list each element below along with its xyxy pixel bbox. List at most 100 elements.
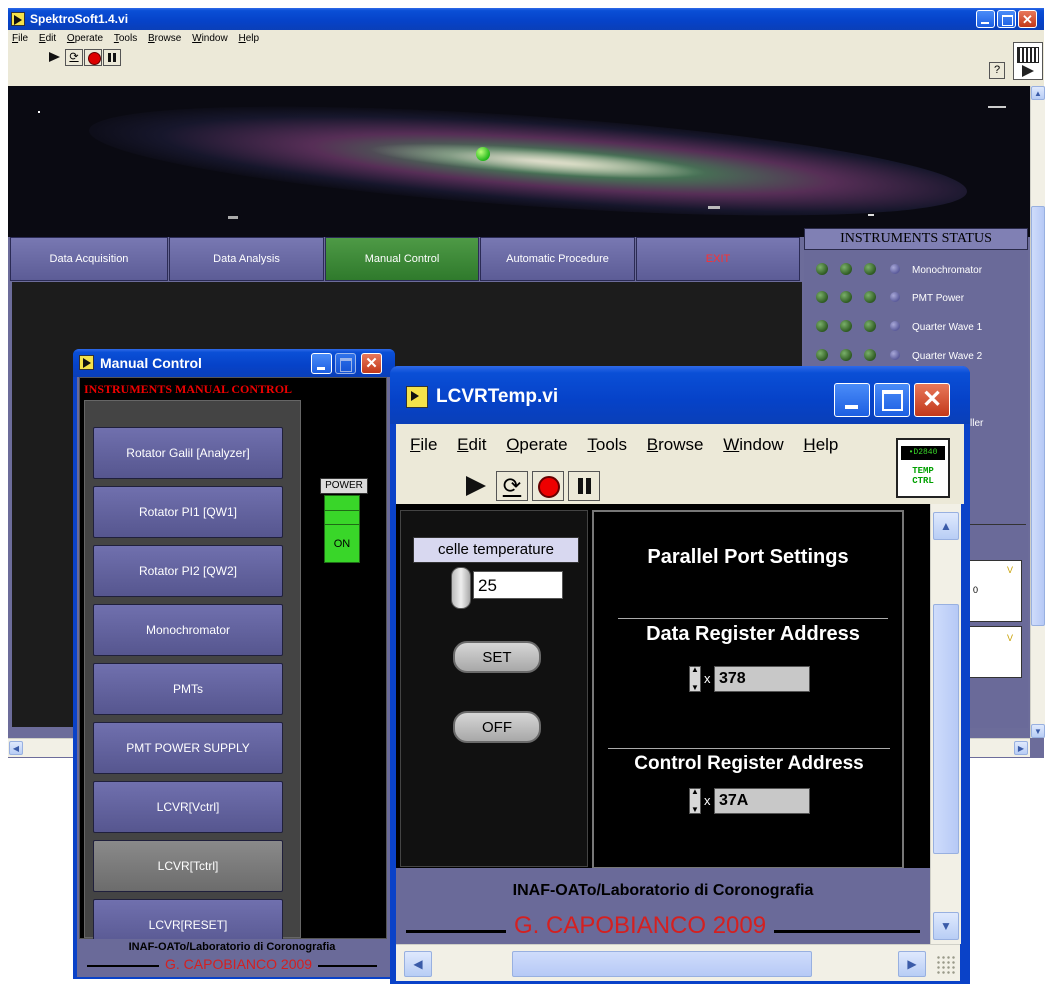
tab-label: EXIT bbox=[705, 253, 731, 265]
abort-button[interactable] bbox=[84, 49, 102, 66]
lcvr-title-bar[interactable]: LCVRTemp.vi ✕ bbox=[390, 366, 970, 424]
off-label: OFF bbox=[482, 718, 512, 736]
scroll-up-button[interactable]: ▲ bbox=[1031, 86, 1045, 100]
data-register-input[interactable]: 378 bbox=[714, 666, 810, 692]
run-arrow-icon bbox=[49, 52, 60, 62]
tab-data-acquisition[interactable]: Data Acquisition bbox=[10, 237, 168, 281]
manual-control-window: Manual Control ✕ INSTRUMENTS MANUAL CONT… bbox=[73, 349, 395, 979]
close-button[interactable]: ✕ bbox=[1018, 10, 1037, 28]
temperature-control-panel: celle temperature 25 SET OFF bbox=[400, 510, 588, 867]
lcvr-vertical-scrollbar[interactable]: ▲ ▼ bbox=[930, 504, 961, 944]
lcvr-vctrl-button[interactable]: LCVR[Vctrl] bbox=[93, 781, 283, 833]
minimize-button[interactable] bbox=[311, 353, 332, 374]
main-title-bar[interactable]: SpektroSoft1.4.vi ✕ bbox=[8, 8, 1044, 30]
run-continuously-button[interactable]: ⟳ bbox=[496, 471, 528, 501]
footer-author: G. CAPOBIANCO 2009 bbox=[159, 956, 319, 972]
tab-data-analysis[interactable]: Data Analysis bbox=[169, 237, 324, 281]
set-button[interactable]: SET bbox=[453, 641, 541, 673]
status-item-partial: ller bbox=[970, 418, 984, 429]
menu-operate[interactable]: Operate bbox=[67, 33, 103, 44]
menu-tools[interactable]: Tools bbox=[587, 435, 627, 455]
menu-help[interactable]: Help bbox=[803, 435, 838, 455]
menu-file[interactable]: File bbox=[12, 33, 28, 44]
button-label: Rotator PI2 [QW2] bbox=[138, 564, 238, 578]
parallel-port-panel: Parallel Port Settings Data Register Add… bbox=[592, 510, 904, 869]
tab-manual-control[interactable]: Manual Control bbox=[325, 237, 479, 281]
run-button[interactable] bbox=[460, 471, 492, 501]
button-label: LCVR[Vctrl] bbox=[156, 800, 220, 814]
tab-automatic-procedure[interactable]: Automatic Procedure bbox=[480, 237, 635, 281]
menu-browse[interactable]: Browse bbox=[148, 33, 181, 44]
pmt-power-supply-button[interactable]: PMT POWER SUPPLY bbox=[93, 722, 283, 774]
pause-button[interactable] bbox=[103, 49, 121, 66]
vi-connector-icon bbox=[1013, 42, 1043, 80]
manual-control-title-bar[interactable]: Manual Control ✕ bbox=[73, 349, 395, 377]
maximize-button[interactable] bbox=[997, 10, 1016, 28]
help-button[interactable]: ? bbox=[989, 62, 1005, 79]
status-subpanel-2: V bbox=[964, 626, 1022, 678]
menu-operate[interactable]: Operate bbox=[506, 435, 567, 455]
lcvr-horizontal-scrollbar[interactable]: ◀ ▶ bbox=[396, 944, 960, 981]
temperature-stepper[interactable] bbox=[451, 567, 471, 609]
menu-file[interactable]: File bbox=[410, 435, 437, 455]
status-led bbox=[864, 263, 876, 275]
menu-tools[interactable]: Tools bbox=[114, 33, 137, 44]
minimize-icon bbox=[845, 405, 858, 409]
scroll-down-button[interactable]: ▼ bbox=[1031, 724, 1045, 738]
minimize-button[interactable] bbox=[976, 10, 995, 28]
maximize-icon bbox=[882, 390, 903, 411]
resize-grip[interactable] bbox=[936, 955, 956, 975]
run-continuously-button[interactable]: ⟳ bbox=[65, 49, 83, 66]
menu-edit[interactable]: Edit bbox=[39, 33, 56, 44]
monochromator-button[interactable]: Monochromator bbox=[93, 604, 283, 656]
scroll-thumb[interactable] bbox=[512, 951, 812, 977]
scroll-right-button[interactable]: ▶ bbox=[1014, 741, 1028, 755]
scroll-left-button[interactable]: ◀ bbox=[404, 951, 432, 977]
power-state: ON bbox=[333, 538, 351, 550]
scroll-thumb[interactable] bbox=[933, 604, 959, 854]
scroll-right-button[interactable]: ▶ bbox=[898, 951, 926, 977]
galaxy-banner bbox=[8, 86, 1044, 237]
lcvr-menu-bar: File Edit Operate Tools Browse Window He… bbox=[396, 424, 964, 504]
data-register-label: Data Register Address bbox=[618, 618, 888, 646]
scroll-thumb[interactable] bbox=[1031, 206, 1045, 626]
pmts-button[interactable]: PMTs bbox=[93, 663, 283, 715]
scroll-down-button[interactable]: ▼ bbox=[933, 912, 959, 940]
minimize-button[interactable] bbox=[834, 383, 870, 417]
menu-window[interactable]: Window bbox=[723, 435, 783, 455]
run-button[interactable] bbox=[46, 49, 64, 66]
scroll-left-button[interactable]: ◀ bbox=[9, 741, 23, 755]
minimize-icon bbox=[981, 22, 989, 24]
rotator-pi2-qw2-button[interactable]: Rotator PI2 [QW2] bbox=[93, 545, 283, 597]
lcvr-tctrl-button[interactable]: LCVR[Tctrl] bbox=[93, 840, 283, 892]
button-label: Rotator PI1 [QW1] bbox=[138, 505, 238, 519]
control-register-input[interactable]: 37A bbox=[714, 788, 810, 814]
close-button[interactable]: ✕ bbox=[361, 353, 382, 374]
maximize-button[interactable] bbox=[335, 353, 356, 374]
labview-app-icon bbox=[406, 386, 428, 408]
manual-control-body: INSTRUMENTS MANUAL CONTROL Rotator Galil… bbox=[77, 377, 391, 977]
menu-window[interactable]: Window bbox=[192, 33, 228, 44]
data-register-spinner[interactable] bbox=[689, 665, 701, 692]
menu-help[interactable]: Help bbox=[239, 33, 260, 44]
menu-edit[interactable]: Edit bbox=[457, 435, 486, 455]
button-label: PMTs bbox=[173, 682, 203, 696]
abort-button[interactable] bbox=[532, 471, 564, 501]
main-vertical-scrollbar[interactable]: ▲ ▼ bbox=[1030, 86, 1045, 738]
lcvr-body: celle temperature 25 SET OFF Parallel Po… bbox=[396, 504, 930, 964]
temperature-input[interactable]: 25 bbox=[473, 571, 563, 599]
tab-exit[interactable]: EXIT bbox=[636, 237, 800, 281]
pause-button[interactable] bbox=[568, 471, 600, 501]
menu-browse[interactable]: Browse bbox=[647, 435, 704, 455]
status-led bbox=[816, 263, 828, 275]
off-button[interactable]: OFF bbox=[453, 711, 541, 743]
rotator-pi1-qw1-button[interactable]: Rotator PI1 [QW1] bbox=[93, 486, 283, 538]
close-button[interactable]: ✕ bbox=[914, 383, 950, 417]
power-switch[interactable]: ON bbox=[324, 495, 360, 563]
status-led bbox=[840, 263, 852, 275]
scroll-up-button[interactable]: ▲ bbox=[933, 512, 959, 540]
status-led bbox=[816, 291, 828, 303]
control-register-spinner[interactable] bbox=[689, 787, 701, 814]
rotator-galil-analyzer-button[interactable]: Rotator Galil [Analyzer] bbox=[93, 427, 283, 479]
maximize-button[interactable] bbox=[874, 383, 910, 417]
